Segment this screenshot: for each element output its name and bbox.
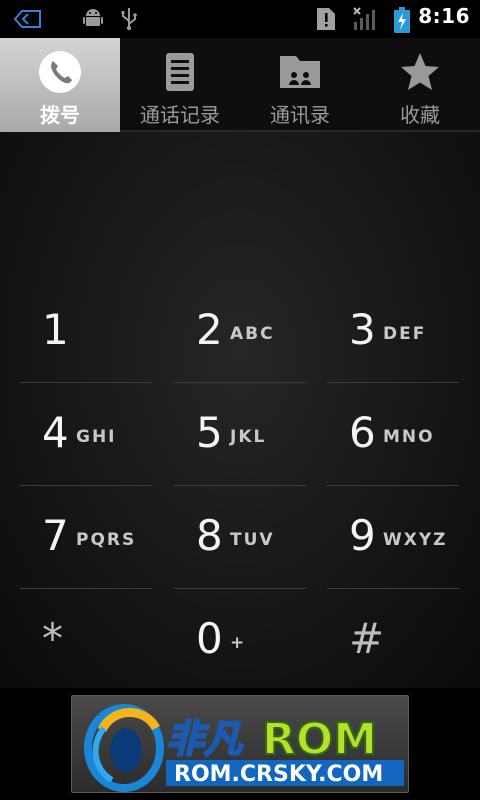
- key-letters: GHI: [76, 427, 117, 447]
- alert-icon: [317, 8, 335, 30]
- key-hash[interactable]: #: [327, 590, 459, 692]
- divider: [20, 485, 152, 486]
- dial-pad: 1 2 ABC 3 DEF 4 GHI 5 JKL 6 MNO 7 PQRS 8…: [0, 132, 480, 692]
- key-8[interactable]: 8 TUV: [174, 487, 306, 589]
- key-digit: 4: [42, 408, 69, 457]
- divider: [20, 588, 152, 589]
- star-icon: [401, 53, 439, 90]
- divider: [327, 588, 459, 589]
- tab-label: 收藏: [400, 103, 440, 127]
- battery-charging-icon: [394, 7, 410, 33]
- key-digit: 3: [349, 305, 376, 354]
- contacts-icon: [280, 56, 320, 88]
- key-letters: DEF: [383, 324, 427, 344]
- rom-watermark-logo: 非凡 ROM ROM.CRSKY.COM: [84, 704, 404, 792]
- key-letters: PQRS: [76, 530, 137, 550]
- key-6[interactable]: 6 MNO: [327, 384, 459, 486]
- key-star[interactable]: *: [20, 590, 152, 692]
- key-digit: #: [349, 614, 385, 663]
- key-digit: *: [42, 614, 63, 663]
- key-digit: 5: [196, 408, 223, 457]
- back-arrow-icon: [14, 10, 41, 28]
- key-digit: 8: [196, 511, 223, 560]
- key-letters: +: [230, 633, 247, 653]
- key-1[interactable]: 1: [20, 281, 152, 383]
- key-digit: 9: [349, 511, 376, 560]
- key-digit: 7: [42, 511, 69, 560]
- key-0[interactable]: 0 +: [174, 590, 306, 692]
- key-letters: WXYZ: [383, 530, 448, 550]
- divider: [174, 382, 306, 383]
- divider: [20, 382, 152, 383]
- key-9[interactable]: 9 WXYZ: [327, 487, 459, 589]
- key-3[interactable]: 3 DEF: [327, 281, 459, 383]
- divider: [174, 485, 306, 486]
- divider: [327, 485, 459, 486]
- key-letters: JKL: [230, 427, 267, 447]
- tab-label: 拨号: [40, 103, 80, 127]
- key-digit: 0: [196, 614, 223, 663]
- key-digit: 6: [349, 408, 376, 457]
- key-digit: 2: [196, 305, 223, 354]
- tab-label: 通讯录: [270, 103, 330, 127]
- brand-cn-text: 非凡: [166, 717, 244, 761]
- tab-bar: 拨号 通话记录 通讯录 收藏: [0, 38, 480, 132]
- tab-label: 通话记录: [140, 103, 220, 127]
- key-7[interactable]: 7 PQRS: [20, 487, 152, 589]
- usb-icon: [121, 8, 137, 31]
- tab-favorites[interactable]: 收藏: [360, 38, 480, 132]
- call-log-icon: [166, 53, 194, 91]
- key-2[interactable]: 2 ABC: [174, 281, 306, 383]
- signal-icon: [353, 7, 375, 30]
- brand-url-text: ROM.CRSKY.COM: [174, 762, 383, 787]
- key-4[interactable]: 4 GHI: [20, 384, 152, 486]
- divider: [174, 588, 306, 589]
- brand-rom-text: ROM: [262, 714, 377, 765]
- tab-contacts[interactable]: 通讯录: [240, 38, 360, 132]
- tab-dialer[interactable]: 拨号: [0, 38, 120, 132]
- tab-call-log[interactable]: 通话记录: [120, 38, 240, 132]
- status-time: 8:16: [418, 4, 470, 28]
- phone-handset-icon: [39, 51, 81, 93]
- key-5[interactable]: 5 JKL: [174, 384, 306, 486]
- key-digit: 1: [42, 305, 69, 354]
- status-bar: 8:16: [0, 0, 480, 38]
- divider: [327, 382, 459, 383]
- key-letters: ABC: [230, 324, 275, 344]
- android-debug-icon: [83, 9, 103, 26]
- key-letters: TUV: [230, 530, 275, 550]
- key-letters: MNO: [383, 427, 435, 447]
